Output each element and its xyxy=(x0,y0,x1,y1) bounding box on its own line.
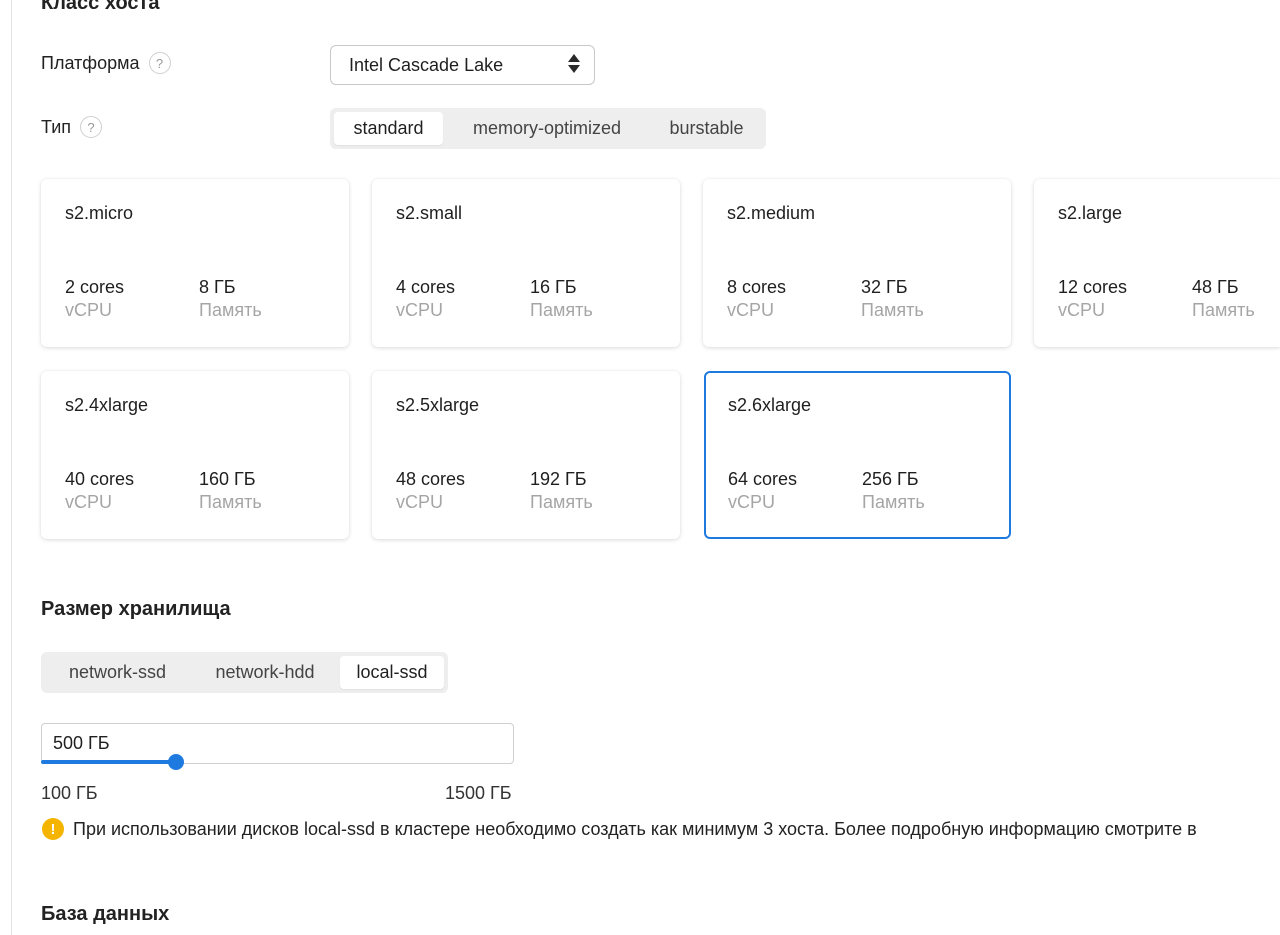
storage-size-input[interactable] xyxy=(41,723,514,764)
host-card-memory-label: Память xyxy=(530,300,593,320)
select-arrows-icon xyxy=(568,54,580,76)
host-card-cores-label: vCPU xyxy=(727,300,775,320)
host-card-cores: 40 cores xyxy=(65,469,135,489)
host-card-s2-large[interactable]: s2.large 12 cores vCPU 48 ГБ Память xyxy=(1034,179,1280,347)
host-type-switch: standard memory-optimized burstable xyxy=(330,108,766,149)
host-card-s2-micro[interactable]: s2.micro 2 cores vCPU 8 ГБ Память xyxy=(41,179,349,347)
disk-option-network-hdd[interactable]: network-hdd xyxy=(190,656,340,689)
local-ssd-warning: ! При использовании дисков local-ssd в к… xyxy=(42,818,1197,840)
host-card-s2-4xlarge[interactable]: s2.4xlarge 40 cores vCPU 160 ГБ Память xyxy=(41,371,349,539)
host-card-s2-small[interactable]: s2.small 4 cores vCPU 16 ГБ Память xyxy=(372,179,680,347)
warning-icon: ! xyxy=(42,818,64,840)
host-card-s2-medium[interactable]: s2.medium 8 cores vCPU 32 ГБ Память xyxy=(703,179,1011,347)
disk-option-local-ssd[interactable]: local-ssd xyxy=(340,656,444,689)
disk-type-switch: network-ssd network-hdd local-ssd xyxy=(41,652,448,693)
host-card-cores: 4 cores xyxy=(396,277,456,297)
host-card-memory: 16 ГБ xyxy=(530,277,577,297)
host-card-memory: 256 ГБ xyxy=(862,469,919,489)
host-card-memory-label: Память xyxy=(530,492,593,512)
host-card-name: s2.small xyxy=(396,203,463,223)
host-card-memory-label: Память xyxy=(1192,300,1255,320)
host-card-cores-label: vCPU xyxy=(396,492,444,512)
host-card-cores-label: vCPU xyxy=(1058,300,1106,320)
host-card-cores: 64 cores xyxy=(728,469,798,489)
type-option-standard[interactable]: standard xyxy=(334,112,443,145)
storage-min-label: 100 ГБ xyxy=(41,783,98,803)
storage-slider-fill xyxy=(41,760,177,764)
host-card-cores-label: vCPU xyxy=(728,492,776,512)
host-card-memory: 48 ГБ xyxy=(1192,277,1239,297)
help-icon[interactable]: ? xyxy=(80,116,103,138)
host-card-cores-label: vCPU xyxy=(65,492,113,512)
database-title: База данных xyxy=(41,903,170,925)
host-card-name: s2.micro xyxy=(65,203,134,223)
storage-slider-handle[interactable] xyxy=(168,754,185,770)
host-card-name: s2.medium xyxy=(727,203,816,223)
host-card-name: s2.5xlarge xyxy=(396,395,480,415)
type-label: Тип xyxy=(41,116,72,137)
host-card-s2-6xlarge[interactable]: s2.6xlarge 64 cores vCPU 256 ГБ Память xyxy=(704,371,1011,539)
host-card-memory-label: Память xyxy=(862,492,925,512)
host-card-name: s2.4xlarge xyxy=(65,395,149,415)
left-divider xyxy=(11,0,12,935)
host-card-cores-label: vCPU xyxy=(396,300,444,320)
type-option-memory-optimized[interactable]: memory-optimized xyxy=(443,112,651,145)
host-class-title: Класс хоста xyxy=(41,0,160,14)
host-card-cores-label: vCPU xyxy=(65,300,113,320)
warning-text: При использовании дисков local-ssd в кла… xyxy=(73,818,1197,839)
host-card-cores: 48 cores xyxy=(396,469,466,489)
host-card-memory: 32 ГБ xyxy=(861,277,908,297)
host-card-s2-5xlarge[interactable]: s2.5xlarge 48 cores vCPU 192 ГБ Память xyxy=(372,371,680,539)
type-option-burstable[interactable]: burstable xyxy=(651,112,762,145)
disk-option-network-ssd[interactable]: network-ssd xyxy=(45,656,190,689)
platform-label: Платформа xyxy=(41,52,140,73)
type-label-row: Тип ? xyxy=(41,116,103,138)
platform-select-value: Intel Cascade Lake xyxy=(349,54,504,75)
host-card-cores: 8 cores xyxy=(727,277,787,297)
host-card-memory: 160 ГБ xyxy=(199,469,256,489)
host-card-memory-label: Память xyxy=(861,300,924,320)
storage-size-title: Размер хранилища xyxy=(41,598,231,620)
help-icon[interactable]: ? xyxy=(148,52,171,74)
host-card-name: s2.6xlarge xyxy=(728,395,812,415)
host-card-cores: 2 cores xyxy=(65,277,125,297)
host-card-memory: 8 ГБ xyxy=(199,277,236,297)
host-card-memory: 192 ГБ xyxy=(530,469,587,489)
host-card-name: s2.large xyxy=(1058,203,1123,223)
host-card-memory-label: Память xyxy=(199,300,262,320)
host-card-memory-label: Память xyxy=(199,492,262,512)
storage-max-label: 1500 ГБ xyxy=(445,783,512,803)
platform-select[interactable]: Intel Cascade Lake xyxy=(330,45,595,85)
platform-label-row: Платформа ? xyxy=(41,52,171,74)
host-card-cores: 12 cores xyxy=(1058,277,1128,297)
